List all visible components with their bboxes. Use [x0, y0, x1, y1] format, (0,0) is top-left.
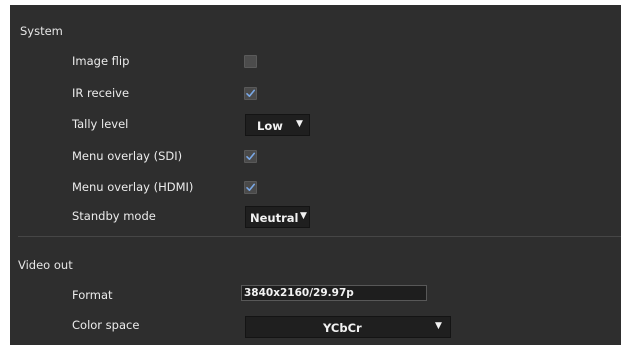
color-space-label: Color space — [72, 318, 140, 332]
menu-overlay-sdi-label: Menu overlay (SDI) — [72, 149, 183, 163]
chevron-down-icon: ▼ — [435, 321, 442, 331]
check-icon — [246, 152, 255, 160]
tally-level-select[interactable]: Low ▼ — [245, 114, 310, 136]
tally-level-value: Low — [257, 119, 283, 133]
format-field[interactable]: 3840x2160/29.97p — [241, 285, 427, 301]
menu-overlay-hdmi-checkbox[interactable] — [244, 181, 257, 194]
ir-receive-label: IR receive — [72, 86, 130, 100]
format-label: Format — [72, 288, 113, 302]
chevron-down-icon: ▼ — [300, 211, 307, 221]
standby-mode-select[interactable]: Neutral ▼ — [245, 206, 310, 228]
standby-mode-label: Standby mode — [72, 209, 156, 223]
system-section-title: System — [20, 24, 63, 38]
color-space-select[interactable]: YCbCr ▼ — [245, 316, 451, 338]
settings-page: System Image flip IR receive Tally level… — [0, 0, 621, 345]
check-icon — [246, 89, 255, 97]
image-flip-label: Image flip — [72, 54, 130, 68]
settings-panel: System Image flip IR receive Tally level… — [10, 5, 621, 345]
ir-receive-checkbox[interactable] — [244, 87, 257, 100]
image-flip-checkbox[interactable] — [244, 55, 257, 68]
standby-mode-value: Neutral — [250, 211, 299, 225]
section-divider — [18, 236, 621, 237]
menu-overlay-hdmi-label: Menu overlay (HDMI) — [72, 180, 194, 194]
color-space-value: YCbCr — [323, 321, 362, 335]
video-out-section-title: Video out — [18, 258, 73, 272]
menu-overlay-sdi-checkbox[interactable] — [244, 150, 257, 163]
tally-level-label: Tally level — [72, 117, 129, 131]
check-icon — [246, 183, 255, 191]
chevron-down-icon: ▼ — [296, 119, 303, 129]
